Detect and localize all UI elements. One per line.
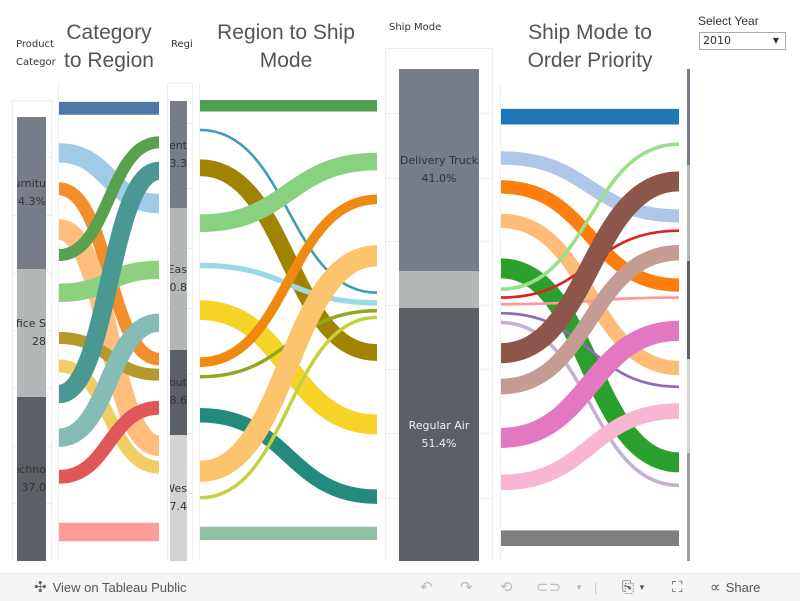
product-category-bar: Furnitu 34.3% Office S 28 Techno 37.0 bbox=[17, 117, 46, 561]
bar-segment-label: Sout 18.6 bbox=[170, 374, 187, 410]
chart3-title-line2: Order Priority bbox=[527, 49, 653, 72]
ship-mode-header: Ship Mode bbox=[389, 19, 469, 37]
share-button[interactable]: ∝ Share bbox=[710, 574, 760, 601]
bar-segment-label-name: Techno bbox=[17, 462, 46, 476]
chart2-title: Region to Ship Mode bbox=[195, 19, 377, 75]
bar-segment-medium[interactable] bbox=[687, 359, 690, 453]
share-icon: ∝ bbox=[710, 579, 721, 596]
chart1-title-line1: Category bbox=[66, 21, 152, 44]
bar-segment-label-name: Regular Air bbox=[408, 418, 470, 432]
ship-mode-header-text: Ship Mode bbox=[389, 22, 442, 33]
ship-mode-to-priority-flows bbox=[500, 108, 680, 546]
bar-segment-label: Delivery Truck 41.0% bbox=[399, 152, 479, 188]
bar-segment-label-value: 23.3 bbox=[170, 156, 187, 170]
product-category-header: Product Category bbox=[16, 36, 56, 72]
chevron-down-icon: ▼ bbox=[772, 36, 779, 45]
year-select[interactable]: 2010 ▼ bbox=[699, 32, 786, 50]
download-dropdown-icon: ▼ bbox=[638, 583, 646, 592]
bar-segment-label: Cent 23.3 bbox=[170, 137, 187, 173]
bar-segment-label: Furnitu 34.3% bbox=[17, 175, 46, 211]
refresh-button[interactable]: ⊂⊃ ▼ bbox=[536, 574, 583, 601]
bar-segment-label-name: Delivery Truck bbox=[399, 153, 479, 167]
bar-segment-critical[interactable] bbox=[687, 69, 690, 165]
bar-segment-label-value: 37.0 bbox=[21, 480, 47, 494]
flow2-panel-border bbox=[199, 83, 200, 561]
chart1-title-line2: to Region bbox=[64, 49, 154, 72]
bar-segment-label-name: Sout bbox=[170, 376, 187, 390]
chart3-title: Ship Mode to Order Priority bbox=[500, 19, 680, 75]
toolbar-separator: | bbox=[594, 580, 598, 595]
bar-segment-label: Techno 37.0 bbox=[17, 461, 46, 497]
refresh-dropdown-icon: ▼ bbox=[575, 583, 584, 592]
revert-button[interactable]: ⟲ bbox=[500, 574, 513, 601]
undo-button[interactable]: ↶ bbox=[420, 574, 433, 601]
fullscreen-button[interactable]: ⛶ bbox=[672, 574, 683, 601]
bar-segment-low[interactable] bbox=[687, 260, 690, 360]
refresh-icon: ⊂⊃ bbox=[536, 579, 562, 596]
redo-icon: ↷ bbox=[460, 579, 473, 596]
tableau-logo-icon: ✣ bbox=[34, 579, 47, 596]
ship-mode-bar: Delivery Truck 41.0% Regular Air 51.4% bbox=[399, 69, 479, 561]
bar-segment-high[interactable] bbox=[687, 164, 690, 261]
bar-segment-label-value: 28 bbox=[32, 335, 46, 348]
bar-segment-label-value: 27.4 bbox=[170, 500, 187, 514]
region-to-ship-mode-flows bbox=[198, 100, 379, 540]
bar-segment-label-name: Office S bbox=[17, 317, 46, 330]
download-button[interactable]: ⎘ ▼ bbox=[622, 574, 646, 601]
chart3-title-line1: Ship Mode to bbox=[528, 21, 652, 44]
flow1-panel-border bbox=[58, 83, 59, 561]
fullscreen-icon: ⛶ bbox=[672, 579, 683, 596]
region-bar: Cent 23.3 Eas 30.8 Sout 18.6 Wes 27.4 bbox=[170, 101, 187, 561]
region-header-text: Region bbox=[171, 39, 193, 50]
bar-segment-label: Eas 30.8 bbox=[170, 261, 187, 297]
view-on-tableau-public-link[interactable]: ✣ View on Tableau Public bbox=[34, 574, 187, 601]
bar-segment-label-value: 30.8 bbox=[170, 280, 187, 294]
bar-segment-label-name: Wes bbox=[170, 482, 187, 496]
chart1-title: Category to Region bbox=[58, 19, 160, 75]
bar-segment-label-name: Eas bbox=[170, 262, 187, 276]
bar-segment-label-name: Cent bbox=[170, 138, 187, 152]
flow3-panel-border bbox=[500, 83, 501, 561]
select-year-label: Select Year bbox=[698, 14, 759, 28]
undo-icon: ↶ bbox=[420, 579, 433, 596]
bar-segment-not-specified[interactable] bbox=[687, 452, 690, 561]
view-on-tableau-public-text: View on Tableau Public bbox=[52, 580, 187, 595]
year-select-value: 2010 bbox=[703, 34, 731, 47]
tableau-toolbar: ✣ View on Tableau Public ↶ ↷ ⟲ ⊂⊃ ▼ | ⎘ ▼ … bbox=[0, 573, 800, 601]
chart2-title-line2: Mode bbox=[259, 49, 313, 72]
redo-button[interactable]: ↷ bbox=[460, 574, 473, 601]
bar-segment-label-value: 51.4% bbox=[421, 436, 457, 450]
bar-segment-label: Wes 27.4 bbox=[170, 480, 187, 516]
bar-segment-express-air[interactable] bbox=[399, 270, 479, 309]
bar-segment-label: Office S 28 bbox=[17, 315, 46, 351]
share-text: Share bbox=[725, 580, 761, 595]
region-header: Region bbox=[171, 36, 193, 54]
category-to-region-flows bbox=[56, 101, 162, 542]
bar-segment-label: Regular Air 51.4% bbox=[399, 417, 479, 453]
bar-segment-label-name: Furnitu bbox=[17, 177, 46, 191]
order-priority-bar bbox=[687, 69, 690, 561]
bar-segment-label-value: 41.0% bbox=[421, 171, 457, 185]
bar-segment-label-value: 34.3% bbox=[17, 195, 46, 209]
chart2-title-line1: Region to Ship bbox=[217, 21, 355, 44]
product-category-header-text: Product Category bbox=[16, 39, 56, 68]
bar-segment-label-value: 18.6 bbox=[170, 394, 187, 408]
revert-icon: ⟲ bbox=[500, 579, 513, 596]
download-icon: ⎘ bbox=[622, 579, 635, 596]
